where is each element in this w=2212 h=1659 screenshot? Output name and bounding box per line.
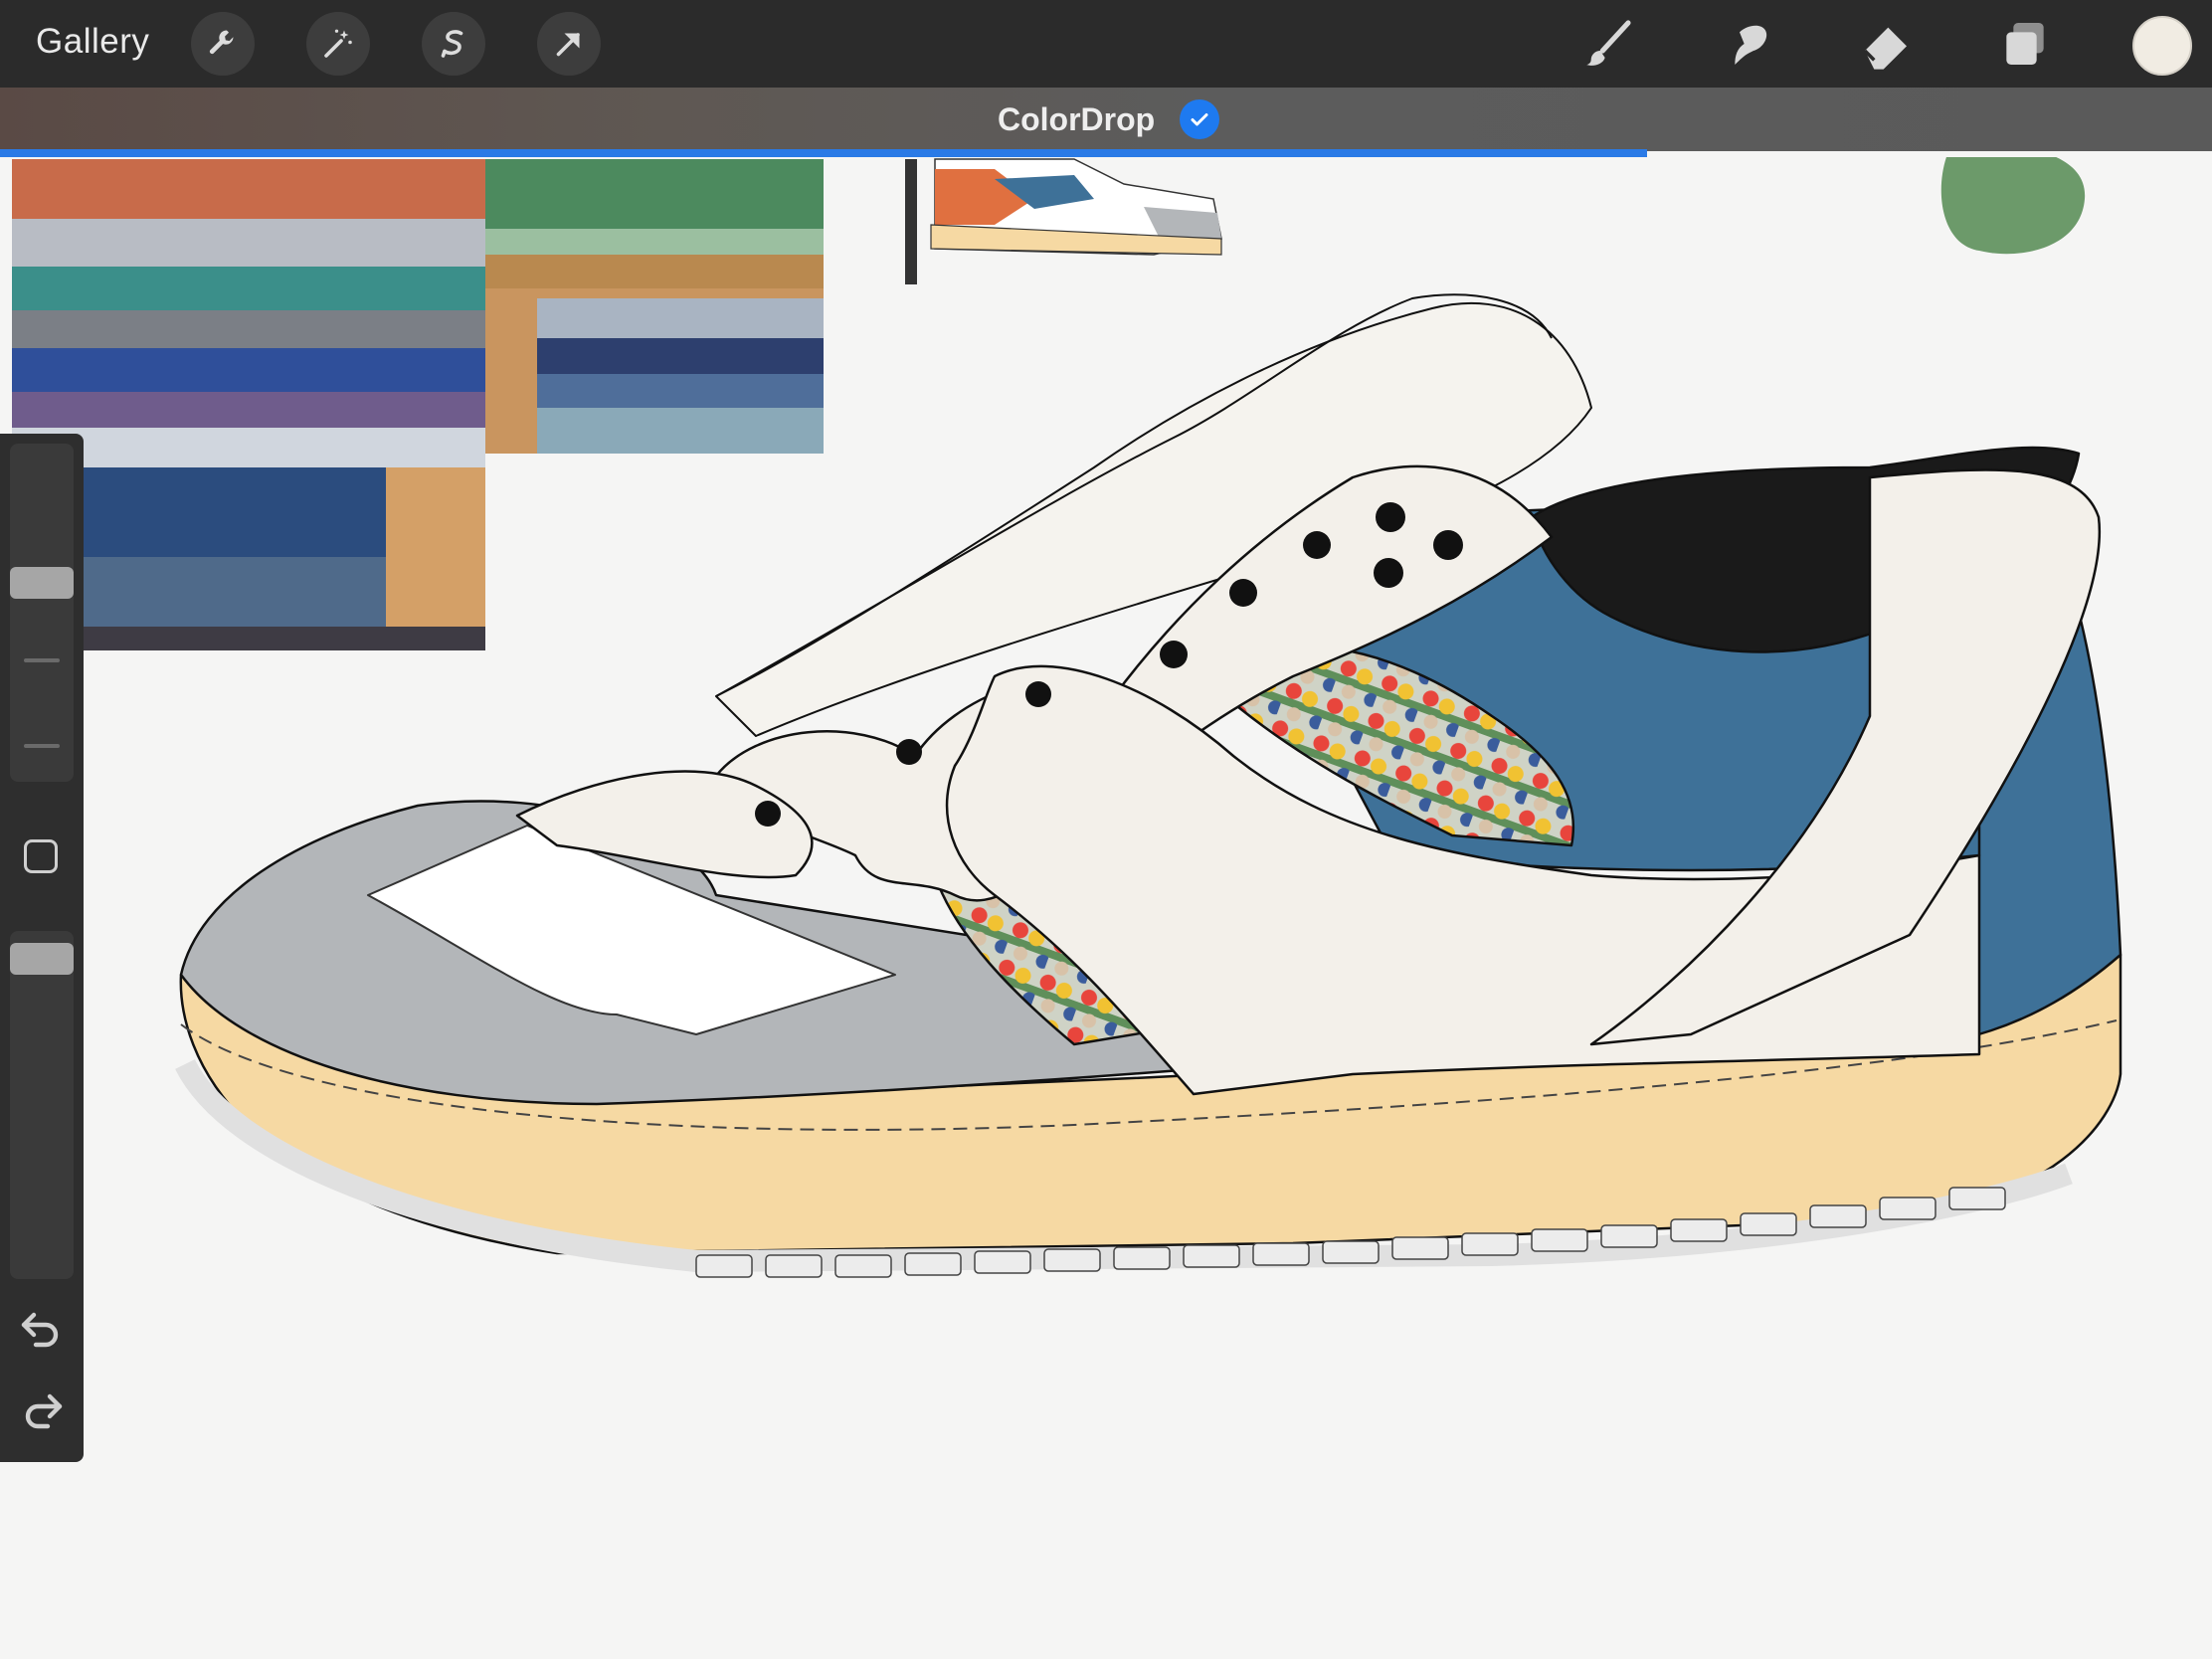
slider-tick — [24, 744, 60, 748]
canvas[interactable] — [0, 157, 2212, 1659]
check-icon — [1180, 99, 1219, 139]
slider-tick — [24, 658, 60, 662]
eraser-icon — [1863, 27, 1907, 70]
top-toolbar: Gallery — [0, 0, 2212, 88]
wrench-icon — [209, 30, 234, 55]
colordrop-label: ColorDrop — [998, 101, 1156, 137]
layers-icon — [2006, 23, 2044, 65]
transform-arrow-icon — [556, 33, 580, 57]
selection-s-icon — [441, 30, 463, 58]
reference-photo-shelf[interactable] — [485, 159, 824, 454]
actions-wrench-button[interactable] — [191, 12, 255, 76]
modify-button[interactable] — [24, 839, 58, 873]
left-sidebar — [0, 434, 84, 1462]
smudge-button[interactable] — [1717, 14, 1776, 74]
colordrop-banner: ColorDrop — [0, 88, 2212, 151]
layers-button[interactable] — [1995, 14, 2055, 74]
undo-icon[interactable] — [18, 1309, 66, 1349]
brush-size-slider[interactable] — [10, 444, 74, 782]
gallery-button[interactable]: Gallery — [36, 22, 149, 62]
eraser-button[interactable] — [1856, 14, 1916, 74]
colordrop-progress-bar — [0, 149, 1647, 157]
green-paint-blob — [1940, 157, 2086, 255]
transform-button[interactable] — [537, 12, 601, 76]
smudge-icon — [1735, 25, 1767, 65]
brush-icon — [1586, 20, 1631, 66]
opacity-slider[interactable] — [10, 931, 74, 1279]
redo-icon[interactable] — [18, 1390, 66, 1430]
color-picker-swatch[interactable] — [2132, 16, 2192, 76]
adjustments-button[interactable] — [306, 12, 370, 76]
magic-wand-icon — [324, 29, 352, 58]
brush-button[interactable] — [1577, 14, 1637, 74]
opacity-thumb[interactable] — [10, 943, 74, 975]
selection-button[interactable] — [422, 12, 485, 76]
reference-sneaker-thumbnail[interactable] — [905, 158, 1222, 284]
brush-size-thumb[interactable] — [10, 567, 74, 599]
